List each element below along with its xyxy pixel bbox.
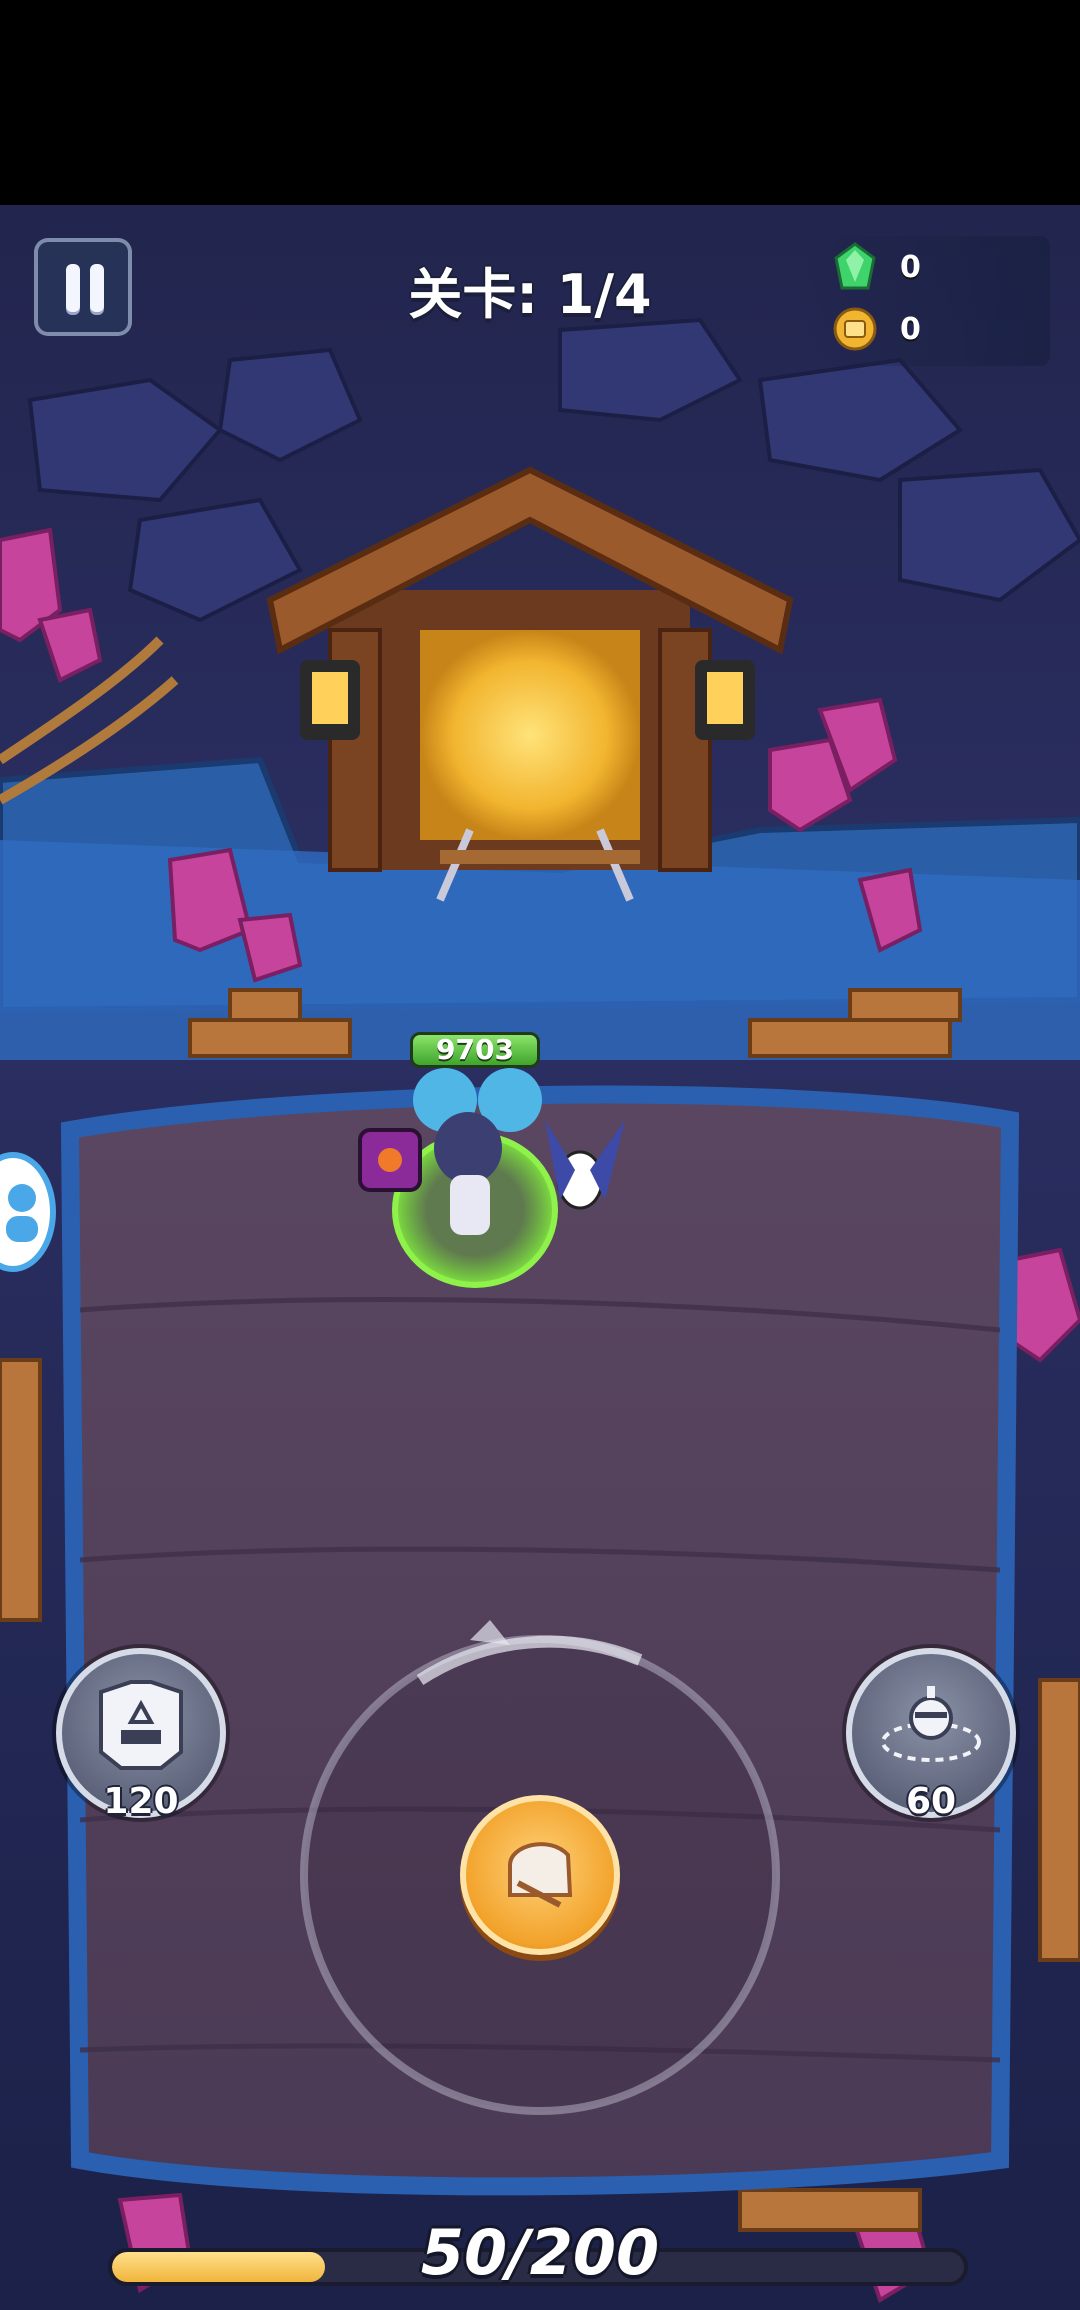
game-scene: 关卡: 1/4 0 0 9703 120 60 50/200 bbox=[0, 0, 1080, 2310]
spinning-trap-icon bbox=[881, 1686, 981, 1762]
coin-count: 0 bbox=[900, 312, 921, 347]
player-hp-bar: 9703 bbox=[410, 1032, 540, 1068]
shield-mech-icon bbox=[99, 1680, 183, 1770]
coin-icon bbox=[833, 307, 877, 351]
user-icon bbox=[6, 1184, 38, 1242]
fist-attack-icon bbox=[508, 1842, 573, 1908]
pause-icon bbox=[66, 264, 80, 312]
skill-trap-button[interactable]: 60 bbox=[846, 1648, 1016, 1822]
gem-icon bbox=[834, 242, 876, 290]
experience-bar-fill bbox=[112, 2252, 325, 2282]
coin-counter: 0 bbox=[818, 304, 1038, 360]
pause-button[interactable] bbox=[34, 238, 132, 336]
level-label: 关卡: 1/4 bbox=[408, 263, 652, 326]
skill-trap-value: 60 bbox=[905, 1781, 957, 1822]
currency-panel: 0 0 bbox=[800, 236, 1050, 366]
experience-label: 50/200 bbox=[420, 2216, 660, 2289]
gem-counter: 0 bbox=[818, 242, 1038, 298]
skill-shield-value: 120 bbox=[103, 1781, 179, 1822]
gem-count: 0 bbox=[900, 250, 921, 285]
skill-shield-button[interactable]: 120 bbox=[56, 1648, 226, 1822]
attack-button[interactable] bbox=[460, 1795, 620, 1955]
